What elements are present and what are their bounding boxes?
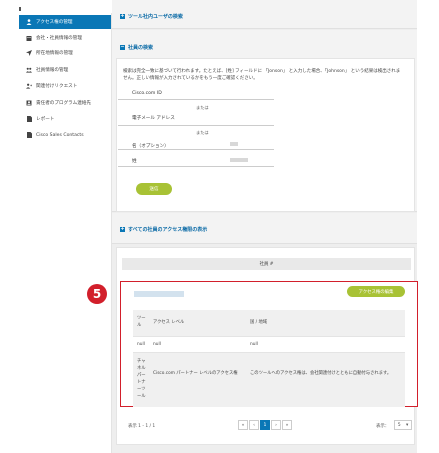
- sidebar-item-label: 所在地情報の管理: [36, 51, 73, 56]
- collapse-icon: −: [120, 44, 125, 50]
- table-row: null null null: [133, 336, 405, 353]
- current-page-button[interactable]: 1: [260, 420, 270, 430]
- sidebar-item-access[interactable]: アクセス権の管理: [19, 15, 111, 29]
- sidebar: アクセス権の管理 会社・社員情報の管理 所在地情報の管理 社員情報の管理 関連付…: [19, 13, 112, 453]
- section-title: すべての社員のアクセス権限の表示: [128, 227, 208, 233]
- expand-icon: +: [120, 226, 125, 232]
- document-icon: [26, 132, 32, 138]
- search-description: 検索は完全一致に基づいて行われます。たとえば、[姓] フィールドに 「Jonso…: [123, 69, 401, 81]
- email-label: 電子メール アドレス: [132, 116, 175, 121]
- col-tool: ツール: [137, 316, 146, 328]
- sidebar-item-label: 会社・社員情報の管理: [36, 36, 82, 41]
- col-access-level: アクセス レベル: [153, 320, 185, 325]
- last-name-field[interactable]: [118, 166, 274, 167]
- per-page-value: 5: [397, 422, 401, 428]
- or-separator: または: [196, 130, 209, 135]
- employee-name-link[interactable]: [134, 291, 184, 297]
- users-icon: [26, 19, 32, 25]
- location-arrow-icon: [26, 50, 32, 56]
- cell-access: null: [153, 342, 161, 347]
- email-field[interactable]: [118, 125, 274, 126]
- sidebar-item-program-contact[interactable]: 責任者のプログラム連絡先: [19, 96, 111, 110]
- sidebar-item-label: レポート: [36, 117, 55, 122]
- section-all-access[interactable]: + すべての社員のアクセス権限の表示: [120, 226, 207, 233]
- sidebar-item-company[interactable]: 会社・社員情報の管理: [19, 31, 111, 45]
- or-separator: または: [196, 105, 209, 110]
- all-access-band: + すべての社員のアクセス権限の表示: [112, 213, 417, 244]
- cell-country: null: [250, 342, 258, 347]
- sidebar-item-label: 社員情報の管理: [36, 68, 69, 73]
- edit-access-button[interactable]: アクセス権の編集: [347, 286, 405, 297]
- sidebar-item-label: 関連付けリクエスト: [36, 84, 78, 89]
- per-page-label: 表示：: [376, 424, 390, 429]
- group-icon: [26, 67, 32, 73]
- cisco-id-label: Cisco.com ID: [132, 91, 162, 96]
- cisco-id-field[interactable]: [118, 99, 274, 100]
- sidebar-item-label: Cisco Sales Contacts: [36, 132, 84, 138]
- window-marker: [19, 7, 21, 11]
- sidebar-item-employee[interactable]: 社員情報の管理: [19, 63, 111, 77]
- per-page-select[interactable]: 5 ▾: [394, 420, 412, 430]
- section-title: ツール社内ユーザの検索: [128, 14, 183, 20]
- cell-country: このツールへのアクセス権は、会社関連付けとともに自動付与されます。: [250, 371, 392, 376]
- building-icon: [26, 35, 32, 41]
- section-title: 社員の検索: [128, 45, 154, 51]
- submit-button[interactable]: 送信: [136, 183, 172, 195]
- sidebar-item-location[interactable]: 所在地情報の管理: [19, 46, 111, 60]
- employee-table-header: 社員 #: [122, 258, 411, 270]
- last-name-label: 姓: [132, 159, 137, 164]
- first-name-value: [230, 142, 238, 146]
- cell-access: Cisco.com パートナー レベルのアクセス権: [153, 371, 238, 376]
- sidebar-item-association[interactable]: 関連付けリクエスト: [19, 79, 111, 93]
- first-page-button[interactable]: «: [238, 420, 248, 430]
- step-marker: 5: [87, 284, 107, 304]
- pagination: 表示 1 - 1 / 1 « ‹ 1 › » 表示： 5 ▾: [120, 418, 418, 434]
- section-employee-search[interactable]: − 社員の検索: [120, 44, 153, 51]
- contact-icon: [26, 100, 32, 106]
- pagination-summary: 表示 1 - 1 / 1: [128, 424, 156, 429]
- chevron-down-icon: ▾: [406, 422, 409, 428]
- user-add-icon: [26, 83, 32, 89]
- section-tool-user-search[interactable]: + ツール社内ユーザの検索: [120, 13, 183, 20]
- tool-user-search-band: + ツール社内ユーザの検索: [112, 0, 417, 29]
- cell-tool: チャネルパートナーツール: [137, 359, 146, 399]
- sidebar-item-report[interactable]: レポート: [19, 112, 111, 126]
- prev-page-button[interactable]: ‹: [249, 420, 259, 430]
- sidebar-item-sales-contacts[interactable]: Cisco Sales Contacts: [19, 128, 111, 142]
- sidebar-item-label: アクセス権の管理: [36, 20, 73, 25]
- last-name-value: [230, 158, 248, 162]
- first-name-field[interactable]: [118, 149, 274, 150]
- table-row: チャネルパートナーツール Cisco.com パートナー レベルのアクセス権 こ…: [133, 352, 405, 407]
- document-icon: [26, 116, 32, 122]
- cell-tool: null: [137, 342, 145, 347]
- expand-icon: +: [120, 13, 125, 19]
- last-page-button[interactable]: »: [282, 420, 292, 430]
- sidebar-item-label: 責任者のプログラム連絡先: [36, 101, 91, 106]
- access-table-header: ツール アクセス レベル 国 / 地域: [133, 310, 405, 336]
- next-page-button[interactable]: ›: [271, 420, 281, 430]
- col-country: 国 / 地域: [250, 320, 268, 325]
